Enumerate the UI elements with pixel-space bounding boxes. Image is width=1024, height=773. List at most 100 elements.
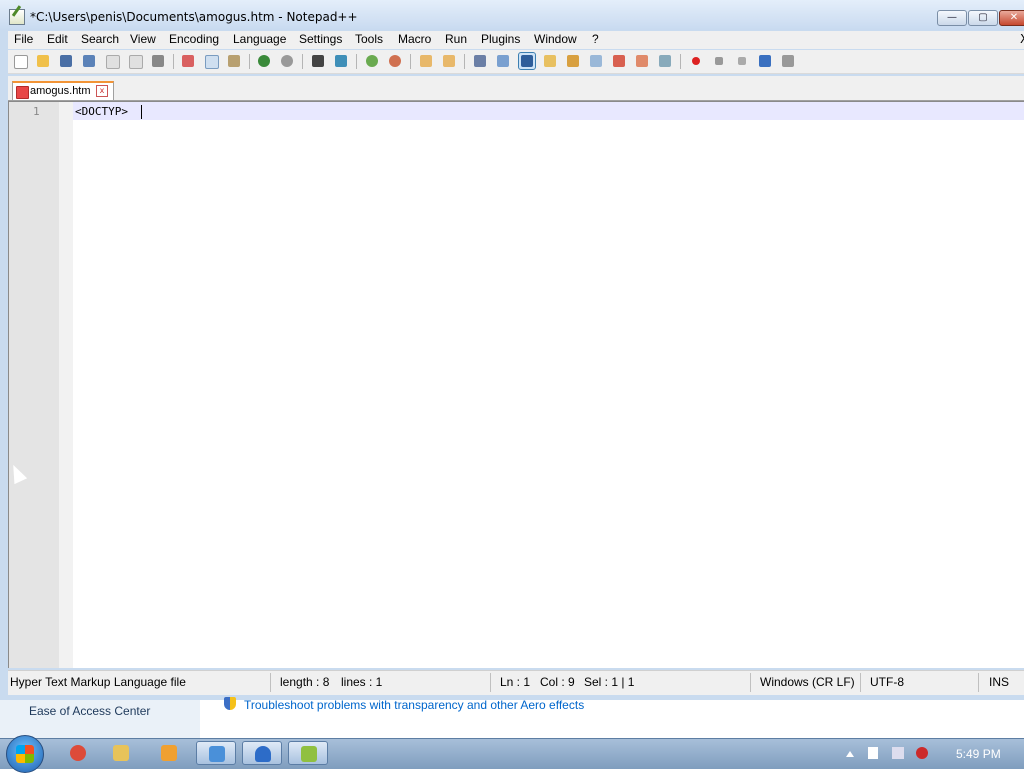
maximize-icon: ▢ xyxy=(978,12,988,23)
app-taskbar-button[interactable] xyxy=(242,741,282,765)
file-explorer-icon[interactable] xyxy=(101,741,141,765)
troubleshoot-link[interactable]: Troubleshoot problems with transparency … xyxy=(244,698,584,712)
menu-window[interactable]: Window xyxy=(534,32,577,46)
start-button[interactable] xyxy=(6,735,44,773)
system-tray: 5:49 PM xyxy=(840,739,1024,769)
redo-icon[interactable] xyxy=(279,53,295,69)
maximize-button[interactable]: ▢ xyxy=(968,10,998,26)
notepadpp-window: *C:\Users\penis\Documents\amogus.htm - N… xyxy=(0,0,1024,700)
print-icon[interactable] xyxy=(150,53,166,69)
indent-guide-icon[interactable] xyxy=(518,52,536,70)
open-file-icon[interactable] xyxy=(35,53,51,69)
copy-icon[interactable] xyxy=(203,53,219,69)
menu-view[interactable]: View xyxy=(130,32,156,46)
close-all-icon[interactable] xyxy=(127,53,143,69)
action-center-flag-icon[interactable] xyxy=(868,747,878,759)
save-macro-icon[interactable] xyxy=(780,53,796,69)
menu-close-document-icon[interactable]: X xyxy=(1020,32,1024,46)
background-left-panel: Ease of Access Center xyxy=(0,700,200,738)
menu-settings[interactable]: Settings xyxy=(299,32,342,46)
menu-help[interactable]: ? xyxy=(592,32,599,46)
menu-search[interactable]: Search xyxy=(81,32,119,46)
fold-margin[interactable] xyxy=(59,102,73,668)
function-list-icon[interactable] xyxy=(588,53,604,69)
line-number: 1 xyxy=(33,105,40,118)
folder-workspace-icon[interactable] xyxy=(611,53,627,69)
menu-language[interactable]: Language xyxy=(233,32,286,46)
volume-muted-icon[interactable] xyxy=(916,747,928,759)
tab-close-icon[interactable]: x xyxy=(96,85,108,97)
toolbar-separator xyxy=(302,54,303,69)
menu-tools[interactable]: Tools xyxy=(355,32,383,46)
monitoring-icon[interactable] xyxy=(634,53,650,69)
taskbar: 5:49 PM xyxy=(0,735,1024,773)
media-player-icon[interactable] xyxy=(149,741,189,765)
user-language-icon[interactable] xyxy=(542,53,558,69)
word-wrap-icon[interactable] xyxy=(472,53,488,69)
zoom-in-icon[interactable] xyxy=(364,53,380,69)
save-all-icon[interactable] xyxy=(81,53,97,69)
status-line-number: Ln : 1 xyxy=(500,675,531,689)
menu-run[interactable]: Run xyxy=(445,32,467,46)
ease-of-access-link[interactable]: Ease of Access Center xyxy=(29,704,150,718)
title-bar[interactable]: *C:\Users\penis\Documents\amogus.htm - N… xyxy=(0,0,1024,30)
undo-icon[interactable] xyxy=(256,53,272,69)
zoom-out-icon[interactable] xyxy=(387,53,403,69)
show-all-chars-icon[interactable] xyxy=(495,53,511,69)
menu-plugins[interactable]: Plugins xyxy=(481,32,520,46)
status-separator xyxy=(270,673,271,692)
clock[interactable]: 5:49 PM xyxy=(956,747,1001,761)
menu-macro[interactable]: Macro xyxy=(398,32,431,46)
status-insert-mode: INS xyxy=(989,675,1010,689)
status-separator xyxy=(750,673,751,692)
doc-map-icon[interactable] xyxy=(565,53,581,69)
run-macro-multiple-icon[interactable] xyxy=(757,53,773,69)
status-separator xyxy=(860,673,861,692)
status-file-type: Hyper Text Markup Language file xyxy=(10,675,186,689)
status-length: length : 8 xyxy=(280,675,330,689)
stop-macro-icon[interactable] xyxy=(711,53,727,69)
uac-shield-icon xyxy=(224,697,236,710)
tab-amogus[interactable]: amogus.htm x xyxy=(12,81,114,100)
current-line-highlight xyxy=(73,102,1024,120)
save-icon[interactable] xyxy=(58,53,74,69)
network-icon[interactable] xyxy=(892,747,904,759)
toolbar-separator xyxy=(356,54,357,69)
menu-edit[interactable]: Edit xyxy=(47,32,68,46)
notepadpp-taskbar-button[interactable] xyxy=(288,741,328,765)
new-file-icon[interactable] xyxy=(12,53,28,69)
show-hidden-icons-icon[interactable] xyxy=(846,751,854,757)
editor-area[interactable]: 1 <DOCTYP> xyxy=(8,101,1024,668)
tab-bar: amogus.htm x xyxy=(8,76,1024,101)
close-button[interactable]: ✕ xyxy=(999,10,1024,26)
window-title: *C:\Users\penis\Documents\amogus.htm - N… xyxy=(30,10,358,24)
record-macro-icon[interactable] xyxy=(688,53,704,69)
background-control-panel: Ease of Access Center Troubleshoot probl… xyxy=(0,697,1024,738)
status-encoding: UTF-8 xyxy=(870,675,904,689)
close-file-icon[interactable] xyxy=(104,53,120,69)
cut-icon[interactable] xyxy=(180,53,196,69)
text-cursor xyxy=(141,105,142,119)
toolbar-separator xyxy=(680,54,681,69)
paste-icon[interactable] xyxy=(226,53,242,69)
menu-file[interactable]: File xyxy=(14,32,33,46)
code-line[interactable]: <DOCTYP> xyxy=(75,105,128,118)
play-macro-icon[interactable] xyxy=(734,53,750,69)
control-panel-taskbar-button[interactable] xyxy=(196,741,236,765)
sync-horizontal-icon[interactable] xyxy=(441,53,457,69)
windows-logo-icon xyxy=(16,745,34,763)
minimize-icon: — xyxy=(947,12,957,23)
minimize-button[interactable]: — xyxy=(937,10,967,26)
toolbar-separator xyxy=(464,54,465,69)
menu-encoding[interactable]: Encoding xyxy=(169,32,219,46)
status-selection: Sel : 1 | 1 xyxy=(584,675,635,689)
notepadpp-app-icon[interactable] xyxy=(9,9,25,25)
sync-vertical-icon[interactable] xyxy=(418,53,434,69)
toolbar-separator xyxy=(249,54,250,69)
tab-label: amogus.htm xyxy=(30,85,91,97)
eye-icon[interactable] xyxy=(657,53,673,69)
chrome-icon[interactable] xyxy=(58,741,98,765)
replace-icon[interactable] xyxy=(333,53,349,69)
status-column: Col : 9 xyxy=(540,675,575,689)
find-icon[interactable] xyxy=(310,53,326,69)
